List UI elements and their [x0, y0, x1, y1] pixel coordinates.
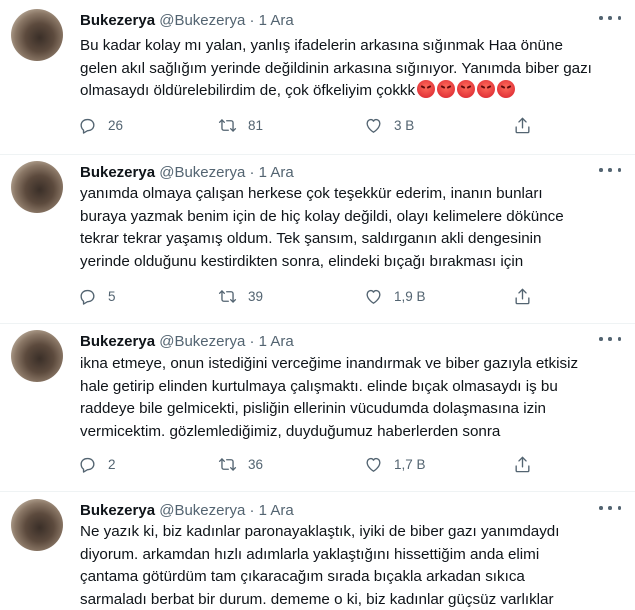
retweet-icon — [218, 457, 237, 471]
tweet-text-line: tekrar tekrar yaşamış oldum. Tek şansım,… — [80, 230, 542, 247]
tweet-text: yanımda olmaya çalışan herkese çok teşek… — [80, 183, 625, 273]
reply-count: 26 — [108, 117, 124, 133]
tweet-text-line: hale getirip elinden kurtulmaya çalışmak… — [80, 377, 558, 395]
avatar[interactable] — [11, 161, 63, 213]
tweet-date[interactable]: 1 Ara — [259, 333, 294, 350]
avatar[interactable] — [11, 499, 63, 551]
avatar[interactable] — [11, 9, 63, 61]
reply-count: 2 — [108, 456, 116, 472]
tweet-text: Ne yazık ki, biz kadınlar paronayaklaştı… — [80, 521, 625, 610]
tweet-date[interactable]: 1 Ara — [259, 164, 294, 181]
retweet-icon — [218, 118, 237, 132]
pouting-face-icon — [457, 80, 476, 98]
pouting-face-icon — [437, 80, 456, 98]
author-name[interactable]: Bukezerya — [80, 502, 155, 519]
tweet-text-fragment: olmasaydı öldürelebilirdim de, çok öfkel… — [80, 82, 416, 99]
tweet-actions: 5 39 1,9 B — [78, 284, 548, 308]
tweet-text-line: sarmaladı berbat bir durum. dememe o ki,… — [80, 590, 554, 608]
tweet-text-line: gelen akıl sağlığım yerinde değildinin a… — [80, 59, 592, 77]
pouting-face-icon — [417, 80, 436, 98]
tweet-text-line: vermicektim. gözlemlediğimiz, duyduğumuz… — [80, 422, 501, 440]
tweet-text-line: çantama götürdüm tam çıkaracağım sırada … — [80, 568, 525, 585]
separator-dot: · — [249, 164, 255, 181]
tweet-actions: 2 36 1,7 B — [78, 452, 548, 476]
like-count: 3 B — [394, 117, 415, 133]
retweet-count: 39 — [248, 288, 264, 304]
share-button[interactable] — [513, 452, 532, 476]
author-handle[interactable]: @Bukezerya — [159, 12, 245, 29]
heart-icon — [366, 457, 381, 472]
tweet-header: Bukezerya @Bukezerya · 1 Ara — [80, 333, 294, 351]
retweet-count: 81 — [248, 117, 264, 133]
retweet-button[interactable]: 81 — [218, 113, 263, 137]
tweet-header: Bukezerya @Bukezerya · 1 Ara — [80, 502, 294, 520]
more-icon[interactable] — [599, 11, 621, 25]
author-handle[interactable]: @Bukezerya — [159, 502, 245, 519]
tweet-header: Bukezerya @Bukezerya · 1 Ara — [80, 164, 294, 182]
like-button[interactable]: 1,7 B — [364, 452, 426, 476]
tweet-text: Bu kadar kolay mı yalan, yanlış ifadeler… — [80, 35, 625, 103]
avatar[interactable] — [11, 330, 63, 382]
tweet-date[interactable]: 1 Ara — [259, 12, 294, 29]
tweet-text-line: olmasaydı öldürelebilirdim de, çok öfkel… — [80, 80, 625, 103]
reply-button[interactable]: 26 — [78, 113, 123, 137]
reply-icon — [80, 289, 95, 305]
retweet-button[interactable]: 36 — [218, 452, 263, 476]
tweet-text-line: ikna etmeye, onun istediğini verceğime i… — [80, 355, 579, 372]
tweet-1[interactable]: Bukezerya @Bukezerya · 1 Ara Bu kadar ko… — [0, 0, 635, 162]
like-count: 1,7 B — [394, 456, 426, 472]
reply-icon — [80, 118, 95, 134]
share-icon — [515, 288, 530, 304]
share-icon — [515, 117, 530, 133]
tweet-4[interactable]: Bukezerya @Bukezerya · 1 Ara Ne yazık ki… — [0, 490, 635, 610]
heart-icon — [366, 289, 381, 304]
more-icon[interactable] — [599, 501, 621, 515]
author-handle[interactable]: @Bukezerya — [159, 164, 245, 181]
share-button[interactable] — [513, 284, 532, 308]
reply-icon — [80, 457, 95, 473]
separator-dot: · — [249, 333, 255, 350]
retweet-icon — [218, 289, 237, 303]
like-count: 1,9 B — [394, 288, 426, 304]
heart-icon — [366, 118, 381, 133]
pouting-face-icon — [477, 80, 496, 98]
more-icon[interactable] — [599, 332, 621, 346]
author-handle[interactable]: @Bukezerya — [159, 333, 245, 350]
tweet-text-line: raddeye bile gelmicekti, pisliğin elleri… — [80, 400, 546, 417]
separator-dot: · — [249, 12, 255, 29]
like-button[interactable]: 1,9 B — [364, 284, 426, 308]
pouting-face-icon — [497, 80, 516, 98]
more-icon[interactable] — [599, 163, 621, 177]
like-button[interactable]: 3 B — [364, 113, 414, 137]
separator-dot: · — [249, 502, 255, 519]
share-button[interactable] — [513, 113, 532, 137]
tweet-text-line: Ne yazık ki, biz kadınlar paronayaklaştı… — [80, 523, 560, 540]
tweet-text: ikna etmeye, onun istediğini verceğime i… — [80, 353, 625, 443]
reply-count: 5 — [108, 288, 116, 304]
author-name[interactable]: Bukezerya — [80, 12, 155, 29]
author-name[interactable]: Bukezerya — [80, 333, 155, 350]
author-name[interactable]: Bukezerya — [80, 164, 155, 181]
tweet-text-line: Bu kadar kolay mı yalan, yanlış ifadeler… — [80, 37, 563, 54]
tweet-2[interactable]: Bukezerya @Bukezerya · 1 Ara yanımda olm… — [0, 152, 635, 324]
tweet-text-line: yerinde olduğunu kestirdikten sonra, eli… — [80, 252, 524, 270]
tweet-actions: 26 81 3 B — [78, 113, 548, 137]
reply-button[interactable]: 2 — [78, 452, 116, 476]
tweet-header: Bukezerya @Bukezerya · 1 Ara — [80, 12, 294, 30]
retweet-button[interactable]: 39 — [218, 284, 263, 308]
tweet-3[interactable]: Bukezerya @Bukezerya · 1 Ara ikna etmeye… — [0, 321, 635, 493]
tweet-text-line: buraya yazmak benim için de hiç kolay de… — [80, 207, 564, 225]
tweet-text-line: yanımda olmaya çalışan herkese çok teşek… — [80, 185, 543, 202]
tweet-text-line: diyorum. arkamdan hızlı adımlarla yaklaş… — [80, 545, 540, 563]
tweet-date[interactable]: 1 Ara — [259, 502, 294, 519]
reply-button[interactable]: 5 — [78, 284, 116, 308]
share-icon — [515, 456, 530, 472]
retweet-count: 36 — [248, 456, 264, 472]
